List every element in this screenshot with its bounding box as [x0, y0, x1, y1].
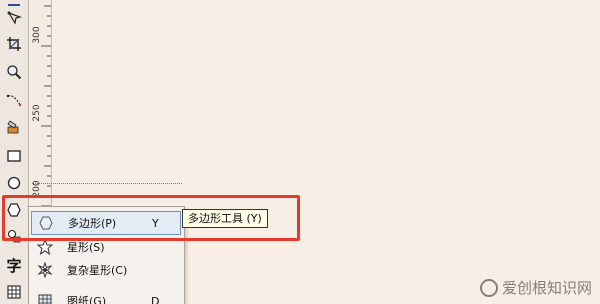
shape-tool[interactable]	[4, 8, 24, 28]
curve-tool[interactable]	[4, 90, 24, 110]
watermark-text: 爱创根知识网	[501, 279, 592, 297]
complex-star-icon	[33, 259, 57, 281]
ruler-label-300: 300	[32, 26, 42, 44]
watermark: 爱创根知识网	[479, 277, 592, 298]
table-tool[interactable]	[4, 282, 24, 302]
menu-item-label: 图纸(G)	[67, 295, 107, 304]
rectangle-icon	[7, 150, 21, 162]
menu-item-shortcut: D	[151, 294, 160, 304]
table-icon	[7, 285, 21, 299]
highlight-annotation	[2, 195, 300, 241]
magnifier-icon	[7, 65, 22, 80]
toolbox: 字	[0, 0, 29, 304]
ruler-label-250: 250	[32, 104, 42, 122]
crop-tool[interactable]	[4, 34, 24, 54]
menu-item-complex-star[interactable]: 复杂星形(C)	[31, 258, 181, 282]
watermark-logo-icon	[479, 278, 498, 297]
curve-icon	[6, 94, 22, 107]
menu-item-label: 星形(S)	[67, 241, 105, 254]
crop-icon	[7, 37, 21, 51]
rectangle-tool[interactable]	[4, 146, 24, 166]
page-border-line	[32, 183, 182, 184]
ellipse-icon	[7, 176, 21, 190]
smart-fill-tool[interactable]	[4, 117, 24, 137]
ellipse-tool[interactable]	[4, 173, 24, 193]
shape-edit-icon	[7, 11, 22, 25]
graph-paper-icon	[33, 290, 57, 304]
text-tool[interactable]: 字	[4, 255, 24, 275]
smart-fill-icon	[7, 120, 19, 134]
menu-item-graph-paper[interactable]: 图纸(G) D	[31, 289, 181, 304]
menu-item-label: 复杂星形(C)	[67, 264, 128, 277]
zoom-tool[interactable]	[4, 62, 24, 82]
